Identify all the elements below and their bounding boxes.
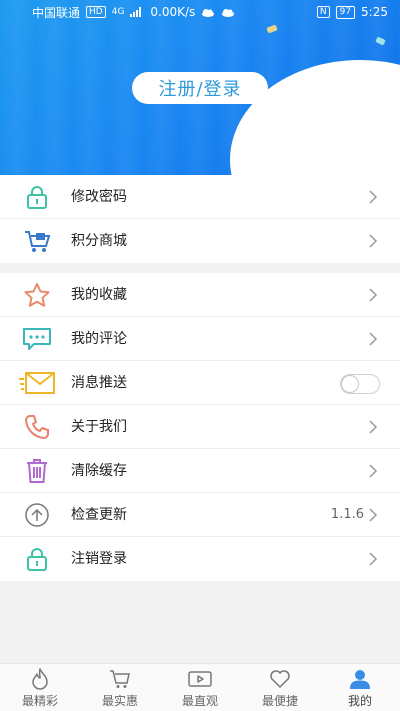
menu-item-label: 消息推送 xyxy=(71,375,127,391)
chevron-right-icon xyxy=(369,420,378,434)
menu-item-label: 我的收藏 xyxy=(71,287,127,303)
trash-icon xyxy=(22,457,52,485)
upload-icon xyxy=(22,501,52,529)
tab-deals[interactable]: 最实惠 xyxy=(80,664,160,711)
status-bar: 中国联通 HD 4G 0.00K/s N 97 5:25 xyxy=(0,0,400,24)
chevron-right-icon xyxy=(369,508,378,522)
tab-label: 最直观 xyxy=(181,694,218,708)
chevron-right-icon xyxy=(369,288,378,302)
heart-icon xyxy=(268,668,292,690)
tab-highlights[interactable]: 最精彩 xyxy=(0,664,80,711)
menu-item-label: 检查更新 xyxy=(71,507,127,523)
envelope-icon xyxy=(18,369,56,397)
menu-item-label: 清除缓存 xyxy=(71,463,127,479)
bottom-tab-bar: 最精彩 最实惠 最直观 最便捷 我的 xyxy=(0,663,400,711)
nfc-icon: N xyxy=(316,6,330,18)
cart-icon xyxy=(22,227,52,255)
tab-label: 最实惠 xyxy=(101,694,138,708)
tab-convenient[interactable]: 最便捷 xyxy=(240,664,320,711)
carrier-name: 中国联通 xyxy=(32,5,81,20)
settings-menu-group: 我的收藏 我的评论 消息推送 关于我们 清除缓存 检查更新 1.1.6 注销登录 xyxy=(0,273,400,581)
user-icon xyxy=(348,668,372,690)
profile-header: 中国联通 HD 4G 0.00K/s N 97 5:25 注册/登录 xyxy=(0,0,400,175)
push-notifications-toggle[interactable] xyxy=(340,374,380,394)
lock-icon xyxy=(22,183,52,211)
hd-badge: HD xyxy=(86,6,106,18)
network-type: 4G xyxy=(111,7,125,17)
star-icon xyxy=(22,281,52,309)
menu-item-check-update[interactable]: 检查更新 1.1.6 xyxy=(0,493,400,537)
menu-item-label: 积分商城 xyxy=(71,233,127,249)
menu-item-label: 修改密码 xyxy=(71,189,127,205)
account-menu-group: 修改密码 积分商城 xyxy=(0,175,400,263)
tab-mine[interactable]: 我的 xyxy=(320,664,400,711)
clock: 5:25 xyxy=(361,5,388,19)
menu-item-label: 关于我们 xyxy=(71,419,127,435)
phone-icon xyxy=(22,413,52,441)
app-version: 1.1.6 xyxy=(330,507,364,522)
comment-icon xyxy=(22,325,52,353)
menu-item-label: 注销登录 xyxy=(71,551,127,567)
chevron-right-icon xyxy=(369,190,378,204)
chevron-right-icon xyxy=(369,234,378,248)
tab-label: 我的 xyxy=(347,694,372,708)
menu-item-my-favorites[interactable]: 我的收藏 xyxy=(0,273,400,317)
menu-item-my-comments[interactable]: 我的评论 xyxy=(0,317,400,361)
menu-item-label: 我的评论 xyxy=(71,331,127,347)
flame-icon xyxy=(28,668,52,690)
lock-icon xyxy=(22,545,52,573)
menu-item-logout[interactable]: 注销登录 xyxy=(0,537,400,581)
battery-indicator: 97 xyxy=(335,5,356,19)
register-login-button[interactable]: 注册/登录 xyxy=(132,72,268,104)
video-icon xyxy=(188,668,212,690)
cloud-sync-icon xyxy=(222,8,235,17)
chevron-right-icon xyxy=(369,332,378,346)
cloud-icon xyxy=(202,8,215,17)
network-speed: 0.00K/s xyxy=(150,5,196,19)
menu-item-about-us[interactable]: 关于我们 xyxy=(0,405,400,449)
signal-icon xyxy=(130,7,142,17)
tab-label: 最精彩 xyxy=(21,694,58,708)
tab-label: 最便捷 xyxy=(261,694,298,708)
cart-icon xyxy=(108,668,132,690)
menu-item-clear-cache[interactable]: 清除缓存 xyxy=(0,449,400,493)
toggle-knob xyxy=(342,376,358,392)
tab-video[interactable]: 最直观 xyxy=(160,664,240,711)
chevron-right-icon xyxy=(369,552,378,566)
chevron-right-icon xyxy=(369,464,378,478)
menu-item-change-password[interactable]: 修改密码 xyxy=(0,175,400,219)
menu-item-push-notifications: 消息推送 xyxy=(0,361,400,405)
menu-item-points-mall[interactable]: 积分商城 xyxy=(0,219,400,263)
